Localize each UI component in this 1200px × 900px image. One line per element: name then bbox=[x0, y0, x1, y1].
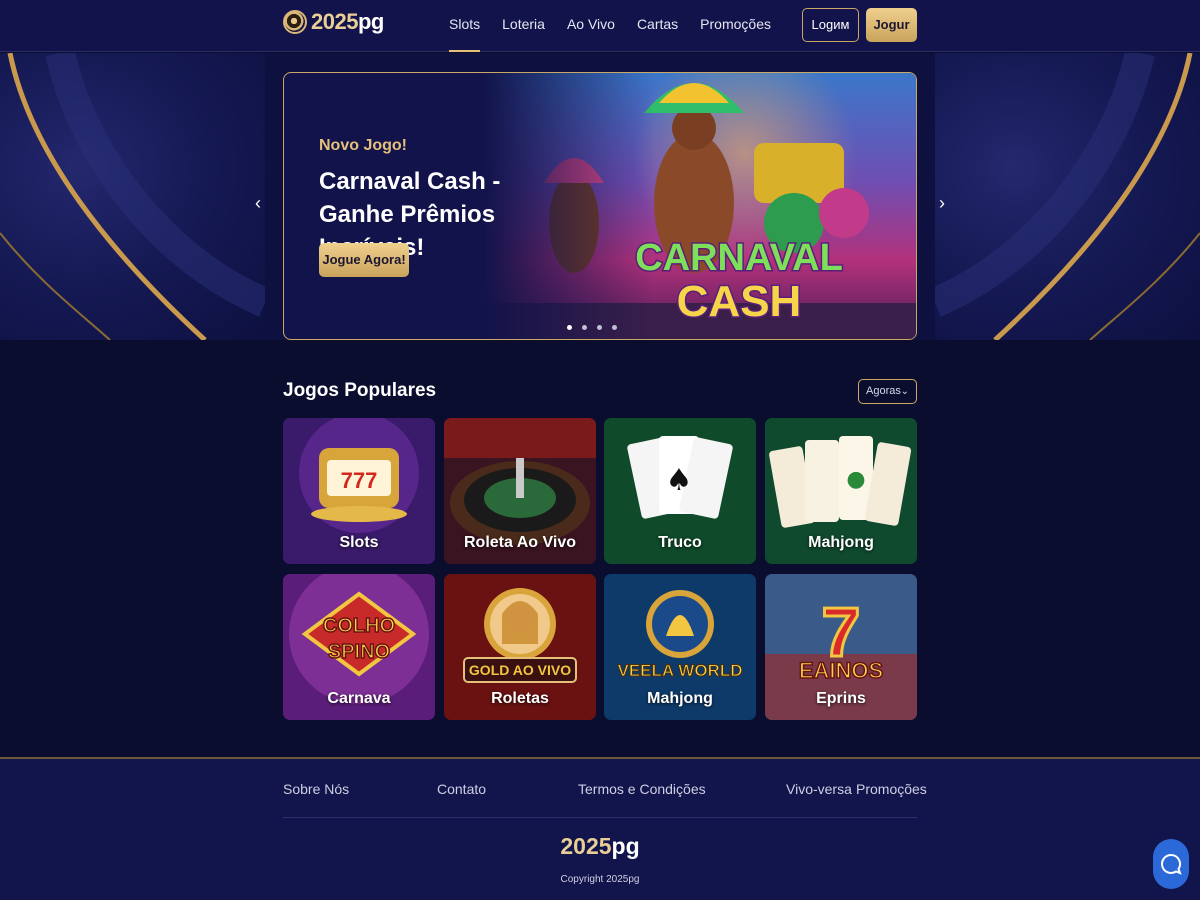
brand-name: 2025pg bbox=[311, 9, 384, 34]
play-button[interactable]: Jogur bbox=[866, 8, 917, 42]
chevron-right-icon: › bbox=[939, 193, 945, 213]
game-card-roleta-ao-vivo[interactable]: Roleta Ao Vivo bbox=[444, 418, 596, 564]
game-label: Mahjong bbox=[647, 690, 713, 707]
game-label: Carnava bbox=[327, 690, 391, 707]
login-button[interactable]: Logим bbox=[802, 8, 859, 42]
carousel-side-panel-left bbox=[0, 53, 265, 340]
svg-text:CARNAVAL: CARNAVAL bbox=[635, 237, 843, 279]
carnaval-cash-logo: CARNAVAL CASH bbox=[634, 236, 845, 328]
svg-text:VEELA WORLD: VEELA WORLD bbox=[618, 661, 743, 680]
game-label: Roleta Ao Vivo bbox=[463, 534, 577, 551]
footer-copyright: Copyright 2025pg bbox=[560, 874, 640, 885]
footer-brand: 2025pg bbox=[560, 833, 640, 859]
game-card-slots[interactable]: 777 Slots bbox=[283, 418, 435, 564]
svg-text:GOLD AO VIVO: GOLD AO VIVO bbox=[469, 662, 571, 678]
play-now-button[interactable]: Jogue Agora! bbox=[319, 243, 409, 277]
game-label: Slots bbox=[339, 534, 379, 551]
svg-text:♠: ♠ bbox=[666, 463, 693, 498]
chevron-down-icon: ⌄ bbox=[900, 386, 909, 397]
game-label: Mahjong bbox=[808, 534, 874, 551]
svg-text:CASH: CASH bbox=[677, 277, 802, 326]
svg-text:COLHO: COLHO bbox=[323, 615, 395, 637]
nav-item-ao-vivo[interactable]: Ao Vivo bbox=[567, 0, 615, 52]
popular-games-title: Jogos Populares bbox=[283, 380, 437, 401]
carousel-dot-3[interactable] bbox=[597, 325, 602, 330]
game-card-eprins[interactable]: 7 EAINOS Eprins bbox=[765, 574, 917, 720]
game-label: Truco bbox=[658, 534, 702, 551]
brand-logo[interactable]: 2025pg bbox=[283, 9, 384, 35]
hero-banner[interactable]: CARNAVAL CASH Novo Jogo! Carnaval Cash -… bbox=[283, 72, 917, 340]
carousel-next-button[interactable]: › bbox=[935, 193, 949, 214]
svg-text:EAINOS: EAINOS bbox=[799, 658, 883, 683]
game-card-carnava[interactable]: COLHO SPINO Carnava bbox=[283, 574, 435, 720]
main-nav: Slots Loteria Ao Vivo Cartas Promoções bbox=[449, 0, 793, 52]
top-header: 2025pg Slots Loteria Ao Vivo Cartas Prom… bbox=[0, 0, 1200, 52]
chat-button[interactable] bbox=[1153, 839, 1189, 889]
chevron-left-icon: ‹ bbox=[255, 193, 261, 213]
footer-link-termos[interactable]: Termos e Condições bbox=[578, 781, 706, 797]
footer-link-sobre-nos[interactable]: Sobre Nós bbox=[283, 781, 349, 797]
footer-link-promocoes[interactable]: Promoções bbox=[856, 781, 927, 797]
carousel-prev-button[interactable]: ‹ bbox=[251, 193, 265, 214]
game-card-mahjong[interactable]: ● Mahjong bbox=[765, 418, 917, 564]
chat-bubble-icon bbox=[1161, 853, 1182, 875]
page-footer: Sobre Nós Contato Termos e Condições Viv… bbox=[0, 757, 1200, 900]
footer-link-vivo-versa[interactable]: Vivo-versa bbox=[786, 781, 852, 797]
carousel-side-panel-right bbox=[935, 53, 1200, 340]
carousel-dot-2[interactable] bbox=[582, 325, 587, 330]
nav-item-cartas[interactable]: Cartas bbox=[637, 0, 678, 52]
game-card-roletas[interactable]: GOLD AO VIVO Roletas bbox=[444, 574, 596, 720]
gold-swoosh-left bbox=[0, 53, 265, 340]
sort-dropdown[interactable]: Agoras ⌄ bbox=[858, 379, 917, 404]
brand-emblem-icon bbox=[283, 10, 307, 34]
nav-item-loteria[interactable]: Loteria bbox=[502, 0, 545, 52]
carousel-dot-1[interactable] bbox=[567, 325, 572, 330]
carousel-dots bbox=[567, 325, 617, 330]
game-label: Roletas bbox=[491, 690, 549, 707]
nav-item-slots[interactable]: Slots bbox=[449, 0, 481, 52]
banner-kicker: Novo Jogo! bbox=[319, 137, 407, 154]
nav-item-promocoes[interactable]: Promoções bbox=[700, 0, 771, 52]
svg-text:777: 777 bbox=[341, 468, 378, 493]
game-label: Eprins bbox=[816, 690, 866, 707]
svg-text:SPINO: SPINO bbox=[328, 641, 390, 663]
gold-swoosh-right bbox=[935, 53, 1200, 340]
footer-link-contato[interactable]: Contato bbox=[437, 781, 486, 797]
game-card-truco[interactable]: ♠ Truco bbox=[604, 418, 756, 564]
carousel-dot-4[interactable] bbox=[612, 325, 617, 330]
svg-text:●: ● bbox=[846, 467, 865, 492]
footer-divider bbox=[283, 817, 917, 818]
game-card-mahjong-2[interactable]: VEELA WORLD Mahjong bbox=[604, 574, 756, 720]
sort-dropdown-label: Agoras bbox=[866, 385, 901, 397]
